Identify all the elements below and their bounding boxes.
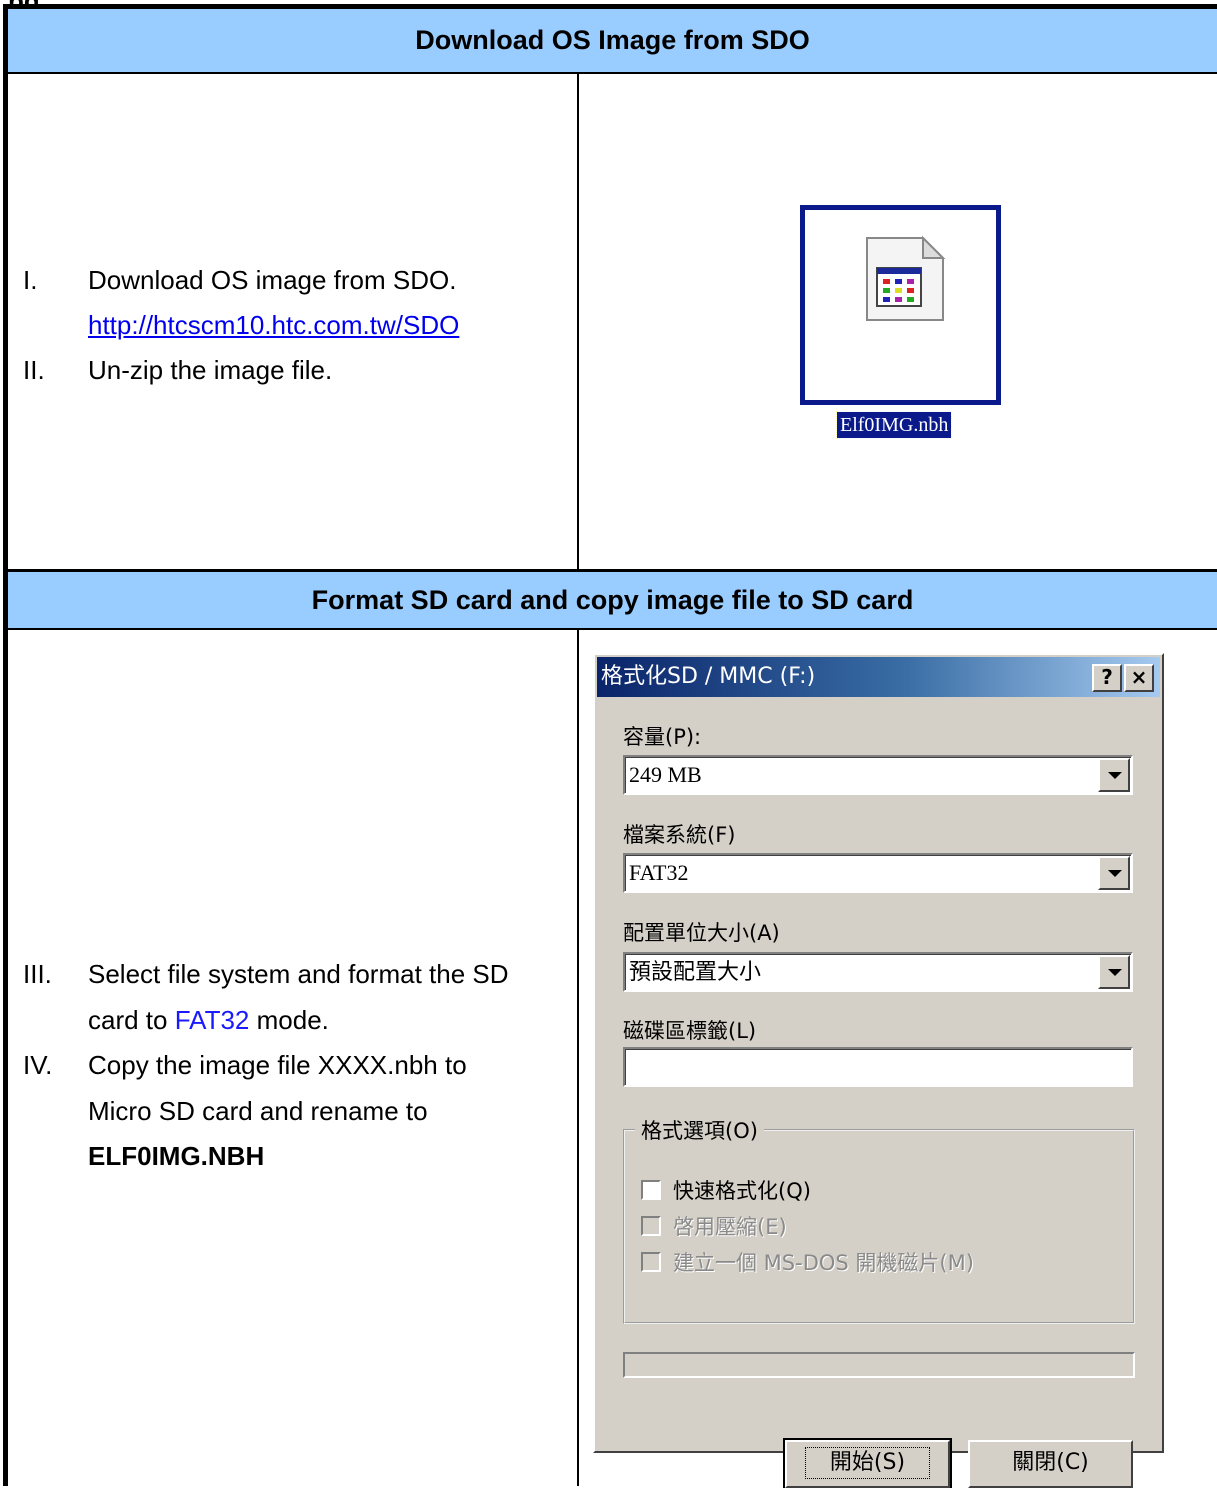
step-text: Copy the image file XXXX.nbh to [88,1050,467,1080]
checkbox-label: 啓用壓縮(E) [673,1215,787,1239]
format-progress-bar [623,1352,1135,1378]
start-button-label: 開始(S) [804,1447,931,1479]
step-number: II. [23,355,45,385]
checkbox-box[interactable] [641,1180,661,1200]
step-3-line2: card to FAT32 mode. [88,998,329,1042]
alloc-value: 預設配置大小 [629,959,762,984]
chevron-down-icon[interactable] [1098,856,1130,890]
help-button[interactable]: ? [1092,664,1122,692]
target-filename: ELF0IMG.NBH [88,1141,265,1171]
alloc-label: 配置單位大小(A) [623,921,780,945]
checkbox-box [641,1216,661,1236]
step-text: Micro SD card and rename to [88,1096,428,1126]
checkbox-box [641,1252,661,1272]
chevron-down-icon[interactable] [1098,955,1130,989]
alloc-select[interactable]: 預設配置大小 [623,952,1133,992]
volume-label: 磁碟區標籤(L) [623,1019,757,1043]
chevron-down-icon[interactable] [1098,758,1130,792]
filesystem-label: 檔案系統(F) [623,823,736,847]
close-icon[interactable]: × [1124,664,1154,692]
step-text: Select file system and format the SD [88,959,509,989]
msdos-boot-checkbox: 建立一個 MS-DOS 開機磁片(M) [641,1247,974,1277]
step-text: card to [88,1005,175,1035]
filesystem-value: FAT32 [629,860,689,885]
quick-format-checkbox[interactable]: 快速格式化(Q) [641,1175,811,1205]
format-options-group: 格式選項(O) 快速格式化(Q) 啓用壓縮(E) 建立一個 MS-DOS 開機磁… [623,1115,1135,1324]
compress-checkbox: 啓用壓縮(E) [641,1211,787,1241]
dialog-title: 格式化SD / MMC (F:) [601,664,816,689]
step-number: III. [23,959,52,989]
close-button-label: 關閉(C) [1012,1450,1089,1475]
sdo-link-row: http://htcscm10.htc.com.tw/SDO [88,303,459,347]
close-dialog-button[interactable]: 關閉(C) [968,1440,1133,1488]
start-button[interactable]: 開始(S) [783,1438,952,1488]
capacity-value: 249 MB [629,762,702,787]
checkbox-label: 建立一個 MS-DOS 開機磁片(M) [673,1251,974,1275]
fat32-highlight: FAT32 [174,1005,250,1035]
step-text: Un-zip the image file. [88,355,333,385]
file-icon-selected[interactable] [800,205,1001,405]
step-4-line3: ELF0IMG.NBH [88,1134,264,1178]
dialog-titlebar: 格式化SD / MMC (F:) ? × [597,657,1160,697]
step-4-line2: Micro SD card and rename to [88,1089,428,1133]
step-number: IV. [23,1050,53,1080]
format-dialog: 格式化SD / MMC (F:) ? × 容量(P): 249 MB 檔案系統(… [593,653,1164,1488]
sdo-link[interactable]: http://htcscm10.htc.com.tw/SDO [88,310,459,340]
section-title-download: Download OS Image from SDO [8,9,1217,74]
options-legend: 格式選項(O) [635,1115,764,1145]
nbh-file-icon [866,235,946,321]
section-title-format: Format SD card and copy image file to SD… [8,569,1217,630]
column-divider [577,630,579,1486]
capacity-label: 容量(P): [623,725,702,749]
volume-input[interactable] [623,1047,1133,1087]
file-name-label[interactable]: Elf0IMG.nbh [835,411,953,439]
checkbox-label: 快速格式化(Q) [673,1179,811,1203]
column-divider [577,72,579,569]
capacity-select[interactable]: 249 MB [623,755,1133,795]
step-number: I. [23,265,38,295]
step-text: Download OS image from SDO. [88,265,457,295]
filesystem-select[interactable]: FAT32 [623,853,1133,893]
step-text: mode. [249,1005,329,1035]
